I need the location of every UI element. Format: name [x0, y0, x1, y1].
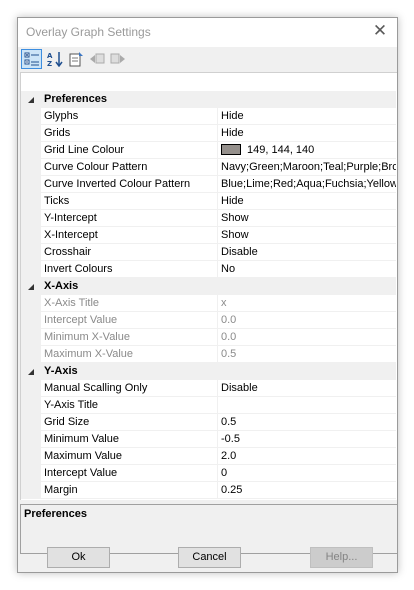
property-row: Minimum X-Value 0.0 [21, 329, 396, 346]
property-pages-button[interactable] [65, 49, 86, 69]
property-row: X-Axis Title x [21, 295, 396, 312]
property-name: Curve Colour Pattern [41, 159, 218, 176]
window-title: Overlay Graph Settings [26, 25, 151, 39]
categorized-view-button[interactable] [21, 49, 42, 69]
property-row: Maximum X-Value 0.5 [21, 346, 396, 363]
property-name: Ticks [41, 193, 218, 210]
settings-dialog: Overlay Graph Settings ✕ A Z Preferences… [17, 17, 398, 573]
property-name: Invert Colours [41, 261, 218, 278]
property-row[interactable]: Curve Inverted Colour Pattern Blue;Lime;R… [21, 176, 396, 193]
collapse-arrow-icon[interactable] [26, 367, 36, 377]
property-value[interactable]: Disable [218, 244, 396, 261]
property-value: 0.0 [218, 312, 396, 329]
property-value: x [218, 295, 396, 312]
svg-text:A: A [47, 52, 53, 60]
property-value[interactable]: No [218, 261, 396, 278]
category-y-axis[interactable]: Y-Axis [21, 363, 396, 380]
category-label: X-Axis [44, 280, 79, 292]
property-row[interactable]: Maximum Value 2.0 [21, 448, 396, 465]
collapse-arrow-icon[interactable] [26, 282, 36, 292]
property-row[interactable]: Grids Hide [21, 125, 396, 142]
property-row[interactable]: Curve Colour Pattern Navy;Green;Maroon;Te… [21, 159, 396, 176]
property-value[interactable]: Hide [218, 193, 396, 210]
property-grid: Preferences Glyphs Hide Grids Hide Grid Li… [20, 72, 397, 500]
property-value[interactable]: Hide [218, 125, 396, 142]
alphabetical-sort-icon: A Z [47, 52, 63, 67]
property-name: Grid Line Colour [41, 142, 218, 159]
property-row[interactable]: Manual Scalling Only Disable [21, 380, 396, 397]
property-row[interactable]: Margin 0.25 [21, 482, 396, 499]
category-x-axis[interactable]: X-Axis [21, 278, 396, 295]
property-row[interactable]: Y-Intercept Show [21, 210, 396, 227]
close-icon[interactable]: ✕ [371, 21, 389, 41]
property-toolbar: A Z [18, 47, 397, 72]
property-row[interactable]: Invert Colours No [21, 261, 396, 278]
property-value[interactable]: 2.0 [218, 448, 396, 465]
property-name: X-Axis Title [41, 295, 218, 312]
property-name: Margin [41, 482, 218, 499]
property-pages-icon [69, 52, 83, 67]
property-value[interactable]: Hide [218, 108, 396, 125]
property-row: Intercept Value 0.0 [21, 312, 396, 329]
property-name: Intercept Value [41, 465, 218, 482]
property-row[interactable]: Grid Size 0.5 [21, 414, 396, 431]
property-name: Grids [41, 125, 218, 142]
property-value[interactable]: 0.5 [218, 414, 396, 431]
cancel-button[interactable]: Cancel [178, 547, 241, 568]
property-name: Y-Intercept [41, 210, 218, 227]
property-row[interactable]: Grid Line Colour 149, 144, 140 [21, 142, 396, 159]
property-name: Glyphs [41, 108, 218, 125]
property-name: Manual Scalling Only [41, 380, 218, 397]
property-name: Curve Inverted Colour Pattern [41, 176, 218, 193]
property-name: Intercept Value [41, 312, 218, 329]
property-value[interactable]: -0.5 [218, 431, 396, 448]
back-arrow-icon [89, 53, 104, 64]
category-label: Preferences [44, 93, 107, 105]
property-value[interactable]: 0.25 [218, 482, 396, 499]
property-row[interactable]: Minimum Value -0.5 [21, 431, 396, 448]
property-value[interactable]: Blue;Lime;Red;Aqua;Fuchsia;Yellow [218, 176, 396, 193]
property-value[interactable] [218, 397, 396, 414]
property-name: Grid Size [41, 414, 218, 431]
property-value[interactable]: Show [218, 210, 396, 227]
alphabetical-sort-button[interactable]: A Z [44, 49, 65, 69]
forward-arrow-icon [110, 53, 125, 64]
property-value: 0.0 [218, 329, 396, 346]
back-button [86, 49, 107, 69]
title-bar: Overlay Graph Settings ✕ [18, 18, 397, 47]
property-row[interactable]: Crosshair Disable [21, 244, 396, 261]
category-label: Y-Axis [44, 365, 78, 377]
colour-swatch[interactable] [221, 144, 241, 155]
categorized-view-icon [24, 52, 39, 66]
property-value: 0.5 [218, 346, 396, 363]
collapse-arrow-icon[interactable] [26, 95, 36, 105]
property-name: X-Intercept [41, 227, 218, 244]
forward-button [107, 49, 128, 69]
property-value[interactable]: Disable [218, 380, 396, 397]
property-name: Maximum X-Value [41, 346, 218, 363]
property-name: Minimum X-Value [41, 329, 218, 346]
property-name: Maximum Value [41, 448, 218, 465]
property-name: Y-Axis Title [41, 397, 218, 414]
description-title: Preferences [24, 508, 87, 520]
property-row[interactable]: Glyphs Hide [21, 108, 396, 125]
property-value[interactable]: Navy;Green;Maroon;Teal;Purple;Brown [218, 159, 396, 176]
property-name: Crosshair [41, 244, 218, 261]
property-value[interactable]: Show [218, 227, 396, 244]
property-name: Minimum Value [41, 431, 218, 448]
colour-rgb-text: 149, 144, 140 [247, 144, 315, 156]
property-row[interactable]: Y-Axis Title [21, 397, 396, 414]
svg-text:Z: Z [47, 60, 52, 67]
grid-line-colour-value[interactable]: 149, 144, 140 [218, 142, 396, 159]
category-preferences[interactable]: Preferences [21, 91, 396, 108]
ok-button[interactable]: Ok [47, 547, 110, 568]
property-row[interactable]: Ticks Hide [21, 193, 396, 210]
property-row[interactable]: X-Intercept Show [21, 227, 396, 244]
property-value[interactable]: 0 [218, 465, 396, 482]
property-row[interactable]: Intercept Value 0 [21, 465, 396, 482]
help-button: Help... [310, 547, 373, 568]
